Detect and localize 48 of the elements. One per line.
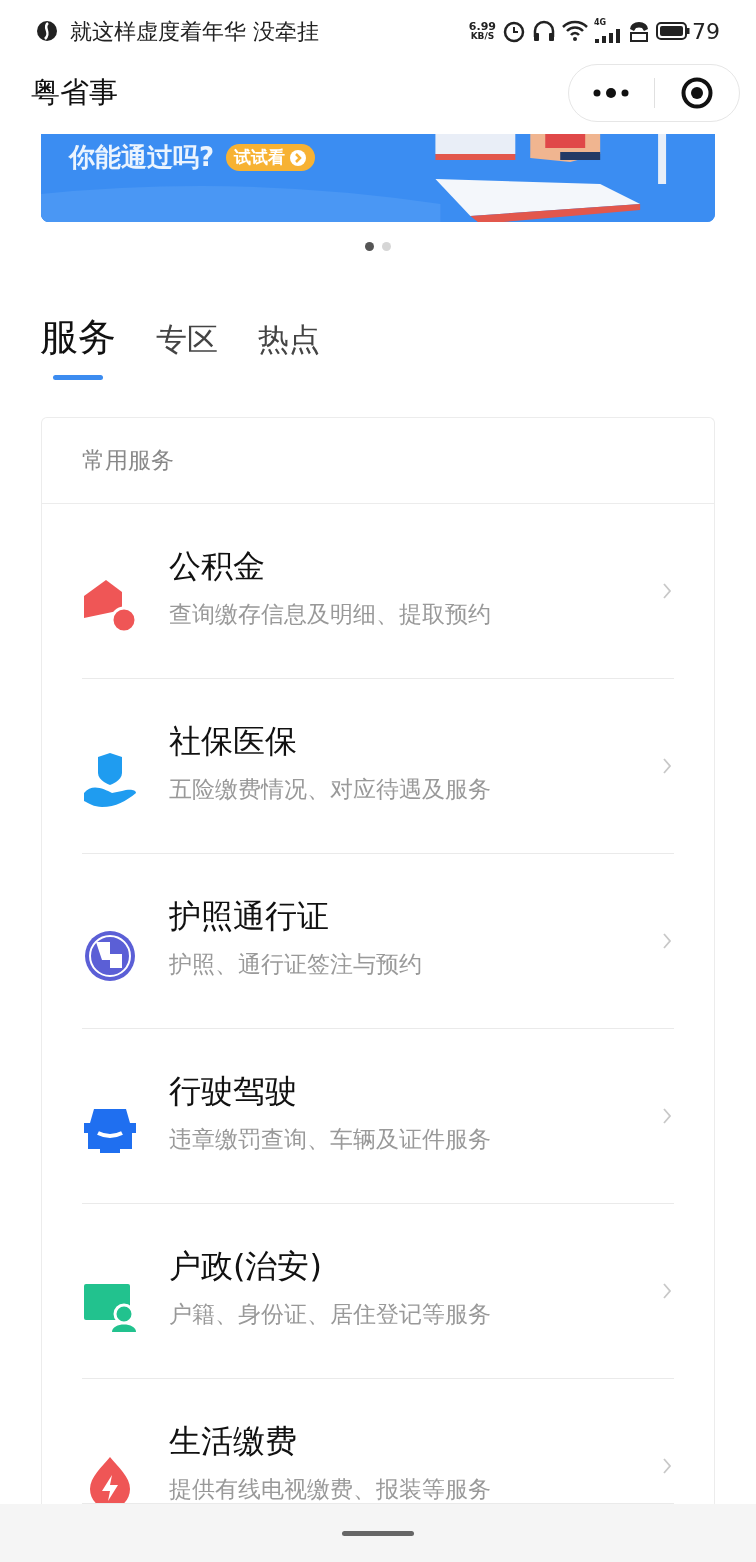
service-item[interactable]: 户政(治安) 户籍、身份证、居住登记等服务 [82, 1204, 674, 1379]
service-item[interactable]: 护照通行证 护照、通行证签注与预约 [82, 854, 674, 1029]
alarm-icon [502, 19, 526, 43]
service-item[interactable]: 公积金 查询缴存信息及明细、提取预约 [82, 504, 674, 679]
service-description: 提供有线电视缴费、报装等服务 [169, 1475, 491, 1503]
chevron-right-icon [662, 1282, 672, 1300]
home-indicator[interactable] [342, 1530, 414, 1536]
headphones-icon [532, 19, 556, 43]
tab[interactable]: 专区 [156, 317, 218, 380]
service-title: 生活缴费 [169, 1421, 298, 1462]
chevron-right-icon [662, 757, 672, 775]
speed-unit: KB/S [470, 32, 495, 41]
signal-icon [594, 29, 622, 43]
service-title: 社保医保 [169, 721, 298, 762]
globe-icon [82, 928, 138, 984]
shield-hand-icon [82, 753, 138, 809]
battery-icon [656, 22, 690, 40]
network-type: 4G [594, 19, 607, 27]
service-description: 违章缴罚查询、车辆及证件服务 [169, 1125, 491, 1154]
service-title: 护照通行证 [169, 896, 330, 937]
service-description: 护照、通行证签注与预约 [169, 950, 422, 979]
music-app-icon [36, 20, 58, 42]
battery-level: 79 [692, 17, 720, 46]
service-item[interactable]: 社保医保 五险缴费情况、对应待遇及服务 [82, 679, 674, 854]
service-title: 公积金 [169, 546, 266, 587]
window-title: 粤省事 [31, 74, 118, 112]
service-description: 户籍、身份证、居住登记等服务 [169, 1300, 491, 1329]
more-icon [592, 88, 631, 98]
service-description: 五险缴费情况、对应待遇及服务 [169, 775, 491, 804]
now-playing-text: 就这样虚度着年华 没牵挂 [70, 17, 319, 46]
service-item[interactable]: 行驶驾驶 违章缴罚查询、车辆及证件服务 [82, 1029, 674, 1204]
chevron-right-icon [662, 932, 672, 950]
wifi-icon [562, 20, 588, 42]
banner-headline: 你能通过吗? [69, 141, 215, 174]
chevron-right-icon [662, 1107, 672, 1125]
hd-call-icon [628, 20, 650, 42]
chevron-right-icon [662, 1457, 672, 1475]
service-title: 行驶驾驶 [169, 1071, 298, 1112]
service-description: 查询缴存信息及明细、提取预约 [169, 600, 491, 629]
target-icon [680, 77, 713, 109]
chevron-right-icon [662, 582, 672, 600]
house-icon [82, 578, 138, 634]
section-header: 常用服务 [82, 446, 174, 476]
network-speed: 6.99 [468, 21, 496, 32]
chevron-circle-icon [289, 148, 308, 167]
tab[interactable]: 服务 [40, 313, 116, 380]
tab[interactable]: 热点 [258, 317, 320, 380]
service-title: 户政(治安) [169, 1246, 323, 1287]
